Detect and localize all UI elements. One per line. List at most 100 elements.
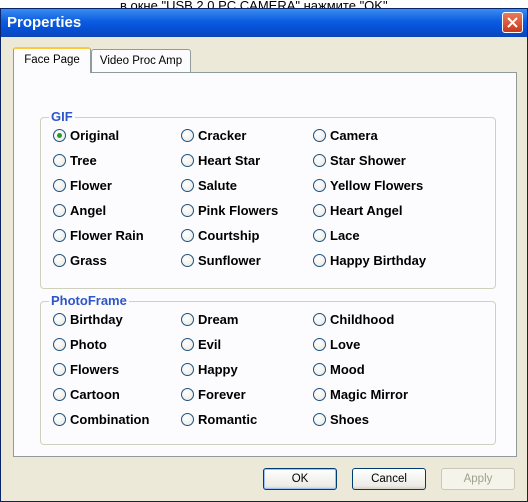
gif-option-label: Grass: [70, 253, 107, 268]
radio-unchecked-icon[interactable]: [53, 338, 66, 351]
photoframe-option-happy[interactable]: Happy: [181, 362, 238, 377]
photoframe-option-label: Forever: [198, 387, 246, 402]
radio-unchecked-icon[interactable]: [53, 204, 66, 217]
photoframe-option-label: Birthday: [70, 312, 123, 327]
radio-unchecked-icon[interactable]: [313, 363, 326, 376]
tab-face-page[interactable]: Face Page: [13, 47, 91, 73]
radio-unchecked-icon[interactable]: [313, 179, 326, 192]
gif-option-grass[interactable]: Grass: [53, 253, 107, 268]
gif-option-label: Tree: [70, 153, 97, 168]
gif-option-original[interactable]: Original: [53, 128, 119, 143]
photoframe-option-label: Happy: [198, 362, 238, 377]
photoframe-option-label: Childhood: [330, 312, 395, 327]
photoframe-option-cartoon[interactable]: Cartoon: [53, 387, 120, 402]
photoframe-option-label: Cartoon: [70, 387, 120, 402]
gif-option-angel[interactable]: Angel: [53, 203, 106, 218]
radio-unchecked-icon[interactable]: [181, 154, 194, 167]
radio-unchecked-icon[interactable]: [181, 204, 194, 217]
radio-unchecked-icon[interactable]: [181, 229, 194, 242]
gif-option-lace[interactable]: Lace: [313, 228, 360, 243]
radio-unchecked-icon[interactable]: [313, 388, 326, 401]
radio-unchecked-icon[interactable]: [53, 154, 66, 167]
gif-option-sunflower[interactable]: Sunflower: [181, 253, 261, 268]
gif-option-label: Cracker: [198, 128, 247, 143]
radio-unchecked-icon[interactable]: [53, 313, 66, 326]
gif-option-label: Sunflower: [198, 253, 261, 268]
photoframe-option-photo[interactable]: Photo: [53, 337, 107, 352]
radio-unchecked-icon[interactable]: [181, 254, 194, 267]
gif-option-pink-flowers[interactable]: Pink Flowers: [181, 203, 278, 218]
radio-unchecked-icon[interactable]: [313, 254, 326, 267]
gif-option-heart-star[interactable]: Heart Star: [181, 153, 260, 168]
tab-video-proc-amp[interactable]: Video Proc Amp: [91, 49, 191, 72]
photoframe-option-combination[interactable]: Combination: [53, 412, 149, 427]
radio-unchecked-icon[interactable]: [181, 179, 194, 192]
photoframe-option-forever[interactable]: Forever: [181, 387, 246, 402]
gif-option-label: Salute: [198, 178, 238, 193]
ok-button[interactable]: OK: [263, 468, 337, 490]
photoframe-option-label: Photo: [70, 337, 107, 352]
photoframe-option-flowers[interactable]: Flowers: [53, 362, 119, 377]
gif-option-heart-angel[interactable]: Heart Angel: [313, 203, 402, 218]
photoframe-option-evil[interactable]: Evil: [181, 337, 221, 352]
photoframe-option-romantic[interactable]: Romantic: [181, 412, 257, 427]
radio-unchecked-icon[interactable]: [313, 413, 326, 426]
radio-unchecked-icon[interactable]: [181, 413, 194, 426]
gif-option-label: Happy Birthday: [330, 253, 427, 268]
photoframe-option-label: Shoes: [330, 412, 370, 427]
photoframe-option-label: Dream: [198, 312, 239, 327]
photoframe-option-childhood[interactable]: Childhood: [313, 312, 394, 327]
gif-option-tree[interactable]: Tree: [53, 153, 97, 168]
radio-unchecked-icon[interactable]: [53, 388, 66, 401]
radio-unchecked-icon[interactable]: [181, 313, 194, 326]
gif-option-cracker[interactable]: Cracker: [181, 128, 246, 143]
photoframe-option-label: Combination: [70, 412, 150, 427]
photoframe-group-label: PhotoFrame: [49, 293, 129, 308]
radio-unchecked-icon[interactable]: [53, 363, 66, 376]
radio-unchecked-icon[interactable]: [313, 229, 326, 242]
radio-unchecked-icon[interactable]: [181, 338, 194, 351]
photoframe-option-magic-mirror[interactable]: Magic Mirror: [313, 387, 408, 402]
gif-option-camera[interactable]: Camera: [313, 128, 378, 143]
radio-unchecked-icon[interactable]: [53, 413, 66, 426]
gif-option-yellow-flowers[interactable]: Yellow Flowers: [313, 178, 423, 193]
gif-option-label: Original: [70, 128, 120, 143]
gif-option-salute[interactable]: Salute: [181, 178, 237, 193]
properties-dialog: Properties Face Page Video Proc Amp GIF …: [0, 8, 528, 502]
gif-group: GIF Original Cracker Camera Tree Heart Star S…: [40, 109, 496, 289]
photoframe-option-mood[interactable]: Mood: [313, 362, 365, 377]
photoframe-option-label: Mood: [330, 362, 365, 377]
apply-button[interactable]: Apply: [441, 468, 515, 490]
radio-unchecked-icon[interactable]: [313, 129, 326, 142]
gif-group-label: GIF: [49, 109, 75, 124]
gif-option-label: Lace: [330, 228, 360, 243]
close-button[interactable]: [502, 12, 523, 33]
cancel-button[interactable]: Cancel: [352, 468, 426, 490]
gif-option-label: Pink Flowers: [198, 203, 279, 218]
photoframe-option-dream[interactable]: Dream: [181, 312, 238, 327]
photoframe-option-love[interactable]: Love: [313, 337, 360, 352]
gif-option-flower[interactable]: Flower: [53, 178, 112, 193]
radio-unchecked-icon[interactable]: [53, 229, 66, 242]
radio-unchecked-icon[interactable]: [53, 179, 66, 192]
radio-checked-icon[interactable]: [53, 129, 66, 142]
face-page-panel: GIF Original Cracker Camera Tree Heart Star S…: [13, 72, 517, 457]
radio-unchecked-icon[interactable]: [313, 313, 326, 326]
gif-option-flower-rain[interactable]: Flower Rain: [53, 228, 144, 243]
radio-unchecked-icon[interactable]: [181, 363, 194, 376]
gif-option-happy-birthday[interactable]: Happy Birthday: [313, 253, 426, 268]
photoframe-option-birthday[interactable]: Birthday: [53, 312, 123, 327]
radio-unchecked-icon[interactable]: [313, 338, 326, 351]
radio-unchecked-icon[interactable]: [53, 254, 66, 267]
photoframe-option-shoes[interactable]: Shoes: [313, 412, 369, 427]
radio-unchecked-icon[interactable]: [313, 204, 326, 217]
title-bar[interactable]: Properties: [1, 9, 527, 37]
gif-option-label: Heart Angel: [330, 203, 403, 218]
photoframe-option-label: Evil: [198, 337, 222, 352]
gif-option-courtship[interactable]: Courtship: [181, 228, 259, 243]
radio-unchecked-icon[interactable]: [181, 129, 194, 142]
radio-unchecked-icon[interactable]: [181, 388, 194, 401]
gif-option-star-shower[interactable]: Star Shower: [313, 153, 406, 168]
radio-unchecked-icon[interactable]: [313, 154, 326, 167]
gif-option-label: Heart Star: [198, 153, 261, 168]
